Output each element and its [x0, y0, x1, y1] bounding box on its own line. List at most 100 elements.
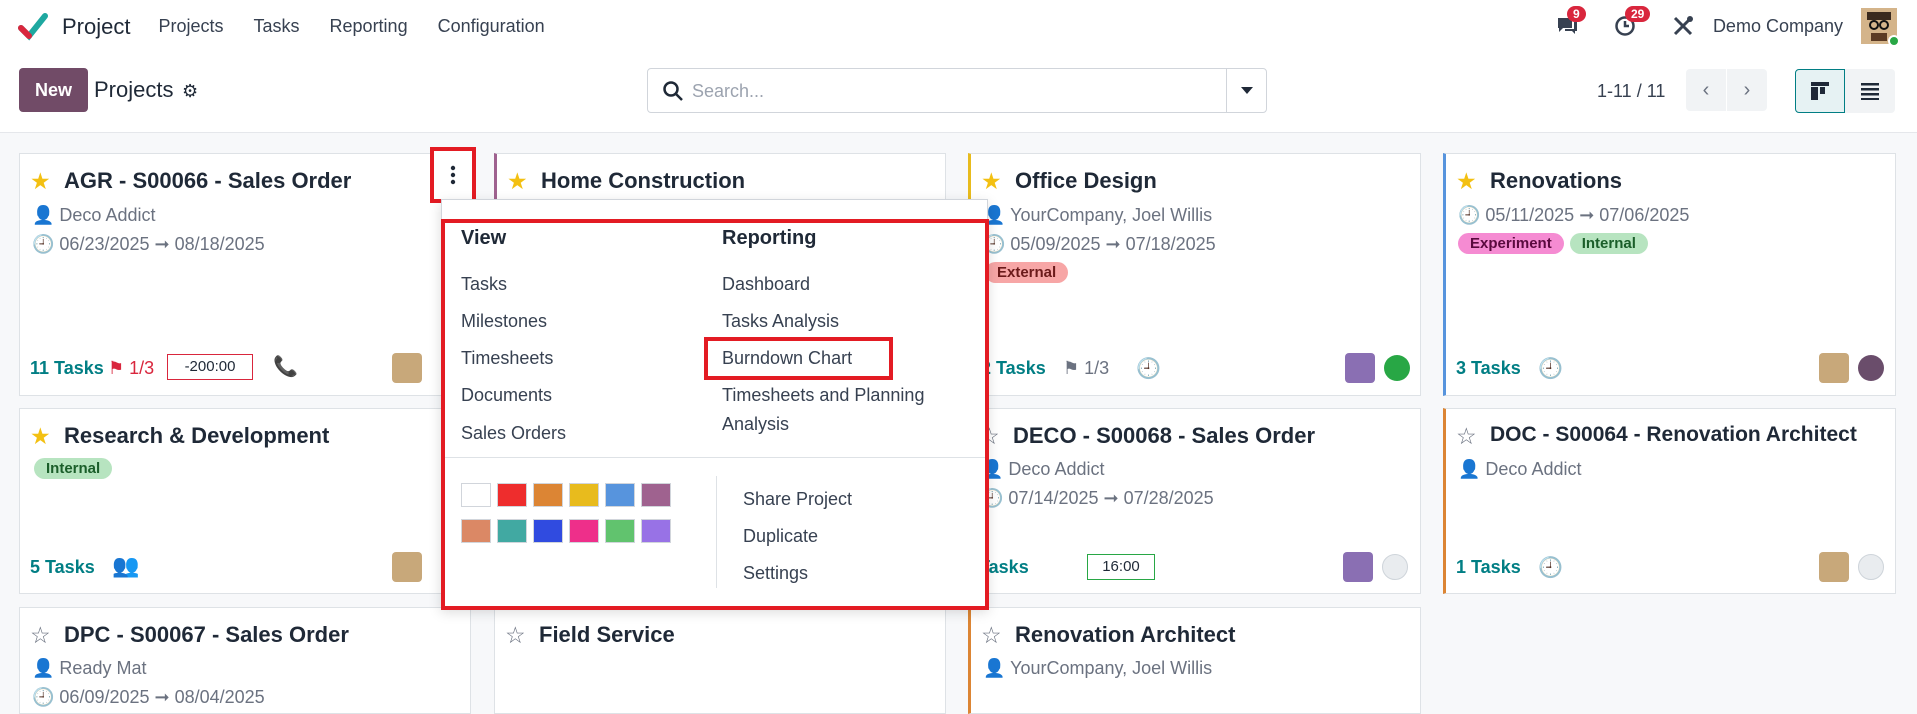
activity-clock-icon[interactable]: 🕘	[1136, 356, 1161, 381]
tag-internal: Internal	[34, 458, 113, 479]
activity-clock-icon[interactable]: 🕘	[1538, 356, 1563, 381]
project-title: Renovations	[1490, 168, 1623, 193]
menu-tasks[interactable]: Tasks	[254, 16, 300, 37]
dropdown-highlight-box	[441, 219, 989, 610]
chevron-right-icon: ›	[1743, 78, 1751, 101]
project-tags: External	[985, 262, 1074, 283]
project-dates: 🕘 06/23/2025 ➞ 08/18/2025	[32, 234, 265, 254]
pager-previous[interactable]: ‹	[1686, 69, 1726, 111]
burndown-chart-highlight-box	[704, 337, 893, 380]
clock-icon: 🕘	[1458, 205, 1486, 225]
project-customer: 👤 Deco Addict	[1458, 459, 1582, 479]
project-dates: 🕘 05/09/2025 ➞ 07/18/2025	[983, 234, 1216, 254]
project-tags: Experiment Internal	[1458, 233, 1654, 254]
project-manager-avatar[interactable]	[1819, 552, 1849, 582]
tasks-link[interactable]: 11 Tasks	[30, 358, 104, 379]
favorite-star-icon[interactable]: ☆	[30, 622, 51, 649]
project-card-agr[interactable]: ★ AGR - S00066 - Sales Order 👤 Deco Addi…	[19, 153, 471, 396]
activity-clock-icon[interactable]: 🕘	[1538, 555, 1563, 580]
tasks-link[interactable]: 2 Tasks	[981, 358, 1046, 379]
menu-projects[interactable]: Projects	[158, 16, 223, 37]
gear-icon[interactable]: ⚙	[182, 81, 198, 102]
project-card-field-service[interactable]: ☆ Field Service	[494, 607, 946, 714]
favorite-star-icon[interactable]: ☆	[505, 622, 526, 649]
top-navbar: Project Projects Tasks Reporting Configu…	[0, 0, 1917, 53]
clock-icon: 🕘	[32, 234, 60, 254]
company-switcher[interactable]: Demo Company	[1713, 16, 1843, 37]
project-dates: 🕘 07/14/2025 ➞ 07/28/2025	[981, 488, 1214, 508]
milestones-indicator[interactable]: ⚑ 1/3	[108, 358, 154, 379]
menu-configuration[interactable]: Configuration	[438, 16, 545, 37]
project-card-dpc[interactable]: ☆ DPC - S00067 - Sales Order 👤 Ready Mat…	[19, 607, 471, 714]
app-name[interactable]: Project	[62, 14, 130, 40]
project-customer: 👤 Deco Addict	[32, 205, 156, 225]
project-manager-avatar[interactable]	[1343, 552, 1373, 582]
status-indicator[interactable]	[1858, 554, 1884, 580]
tasks-link[interactable]: 3 Tasks	[1456, 358, 1521, 379]
pager-next[interactable]: ›	[1727, 69, 1767, 111]
favorite-star-icon[interactable]: ☆	[981, 622, 1002, 649]
activities-button[interactable]: 29	[1611, 6, 1651, 40]
project-customer: 👤 YourCompany, Joel Willis	[983, 658, 1213, 678]
clock-icon: 🕘	[32, 687, 60, 707]
favorite-star-icon[interactable]: ★	[30, 423, 51, 450]
project-manager-avatar[interactable]	[1345, 353, 1375, 383]
messages-badge: 9	[1566, 6, 1586, 22]
chevron-left-icon: ‹	[1702, 78, 1710, 101]
kanban-icon	[1811, 82, 1829, 100]
search-input[interactable]	[692, 77, 1212, 105]
allocated-hours-badge: 16:00	[1087, 554, 1155, 580]
project-manager-avatar[interactable]	[392, 552, 422, 582]
favorite-star-icon[interactable]: ☆	[1456, 423, 1477, 450]
project-dates: 🕘 05/11/2025 ➞ 07/06/2025	[1458, 205, 1690, 225]
project-tags: Internal	[34, 458, 118, 479]
caret-down-icon	[1240, 86, 1253, 94]
project-card-doc[interactable]: ☆ DOC - S00064 - Renovation Architect 👤 …	[1443, 408, 1896, 594]
project-card-renovation-architect[interactable]: ☆ Renovation Architect 👤 YourCompany, Jo…	[968, 607, 1421, 714]
project-title: Office Design	[1015, 168, 1157, 193]
pager-value[interactable]: 1-11 / 11	[1597, 81, 1665, 102]
flag-icon: ⚑	[108, 358, 125, 378]
user-icon: 👤	[32, 658, 60, 678]
project-card-renovations[interactable]: ★ Renovations 🕘 05/11/2025 ➞ 07/06/2025 …	[1443, 153, 1896, 396]
flag-icon: ⚑	[1063, 358, 1080, 378]
favorite-star-icon[interactable]: ★	[30, 168, 51, 195]
project-title: Home Construction	[541, 168, 746, 193]
search-options-toggle[interactable]	[1226, 69, 1266, 112]
project-title: DECO - S00068 - Sales Order	[1013, 423, 1316, 448]
favorite-star-icon[interactable]: ★	[507, 168, 528, 195]
project-title: Research & Development	[64, 423, 330, 448]
project-card-research-development[interactable]: ★ Research & Development Internal 5 Task…	[19, 408, 471, 594]
list-view-button[interactable]	[1845, 69, 1895, 113]
project-card-office-design[interactable]: ★ Office Design 👤 YourCompany, Joel Will…	[968, 153, 1421, 396]
milestones-indicator[interactable]: ⚑ 1/3	[1063, 358, 1109, 379]
activities-badge: 29	[1624, 6, 1651, 22]
phone-icon[interactable]: 📞	[273, 354, 298, 379]
project-title: DPC - S00067 - Sales Order	[64, 622, 349, 647]
favorite-star-icon[interactable]: ★	[1456, 168, 1477, 195]
search-icon	[663, 81, 683, 101]
user-icon: 👤	[983, 658, 1011, 678]
new-button[interactable]: New	[19, 68, 88, 112]
project-manager-avatar[interactable]	[392, 353, 422, 383]
tasks-link[interactable]: 1 Tasks	[1456, 557, 1521, 578]
status-indicator[interactable]	[1384, 355, 1410, 381]
project-title: Field Service	[539, 622, 675, 647]
debug-tools-button[interactable]	[1669, 12, 1697, 40]
project-manager-avatar[interactable]	[1819, 353, 1849, 383]
favorite-star-icon[interactable]: ★	[981, 168, 1002, 195]
project-app-logo[interactable]	[18, 12, 48, 42]
user-avatar[interactable]	[1861, 8, 1900, 47]
project-customer: 👤 Deco Addict	[981, 459, 1105, 479]
kebab-menu-icon	[450, 165, 456, 185]
card-dropdown-toggle[interactable]	[430, 147, 476, 203]
project-card-deco[interactable]: ☆ DECO - S00068 - Sales Order 👤 Deco Add…	[968, 408, 1421, 594]
messages-button[interactable]: 9	[1553, 6, 1586, 40]
kanban-view-button[interactable]	[1795, 69, 1845, 113]
users-icon[interactable]: 👥	[112, 553, 139, 579]
status-indicator[interactable]	[1858, 355, 1884, 381]
tasks-link[interactable]: 5 Tasks	[30, 557, 95, 578]
status-indicator[interactable]	[1382, 554, 1408, 580]
project-customer: 👤 YourCompany, Joel Willis	[983, 205, 1213, 225]
menu-reporting[interactable]: Reporting	[330, 16, 408, 37]
